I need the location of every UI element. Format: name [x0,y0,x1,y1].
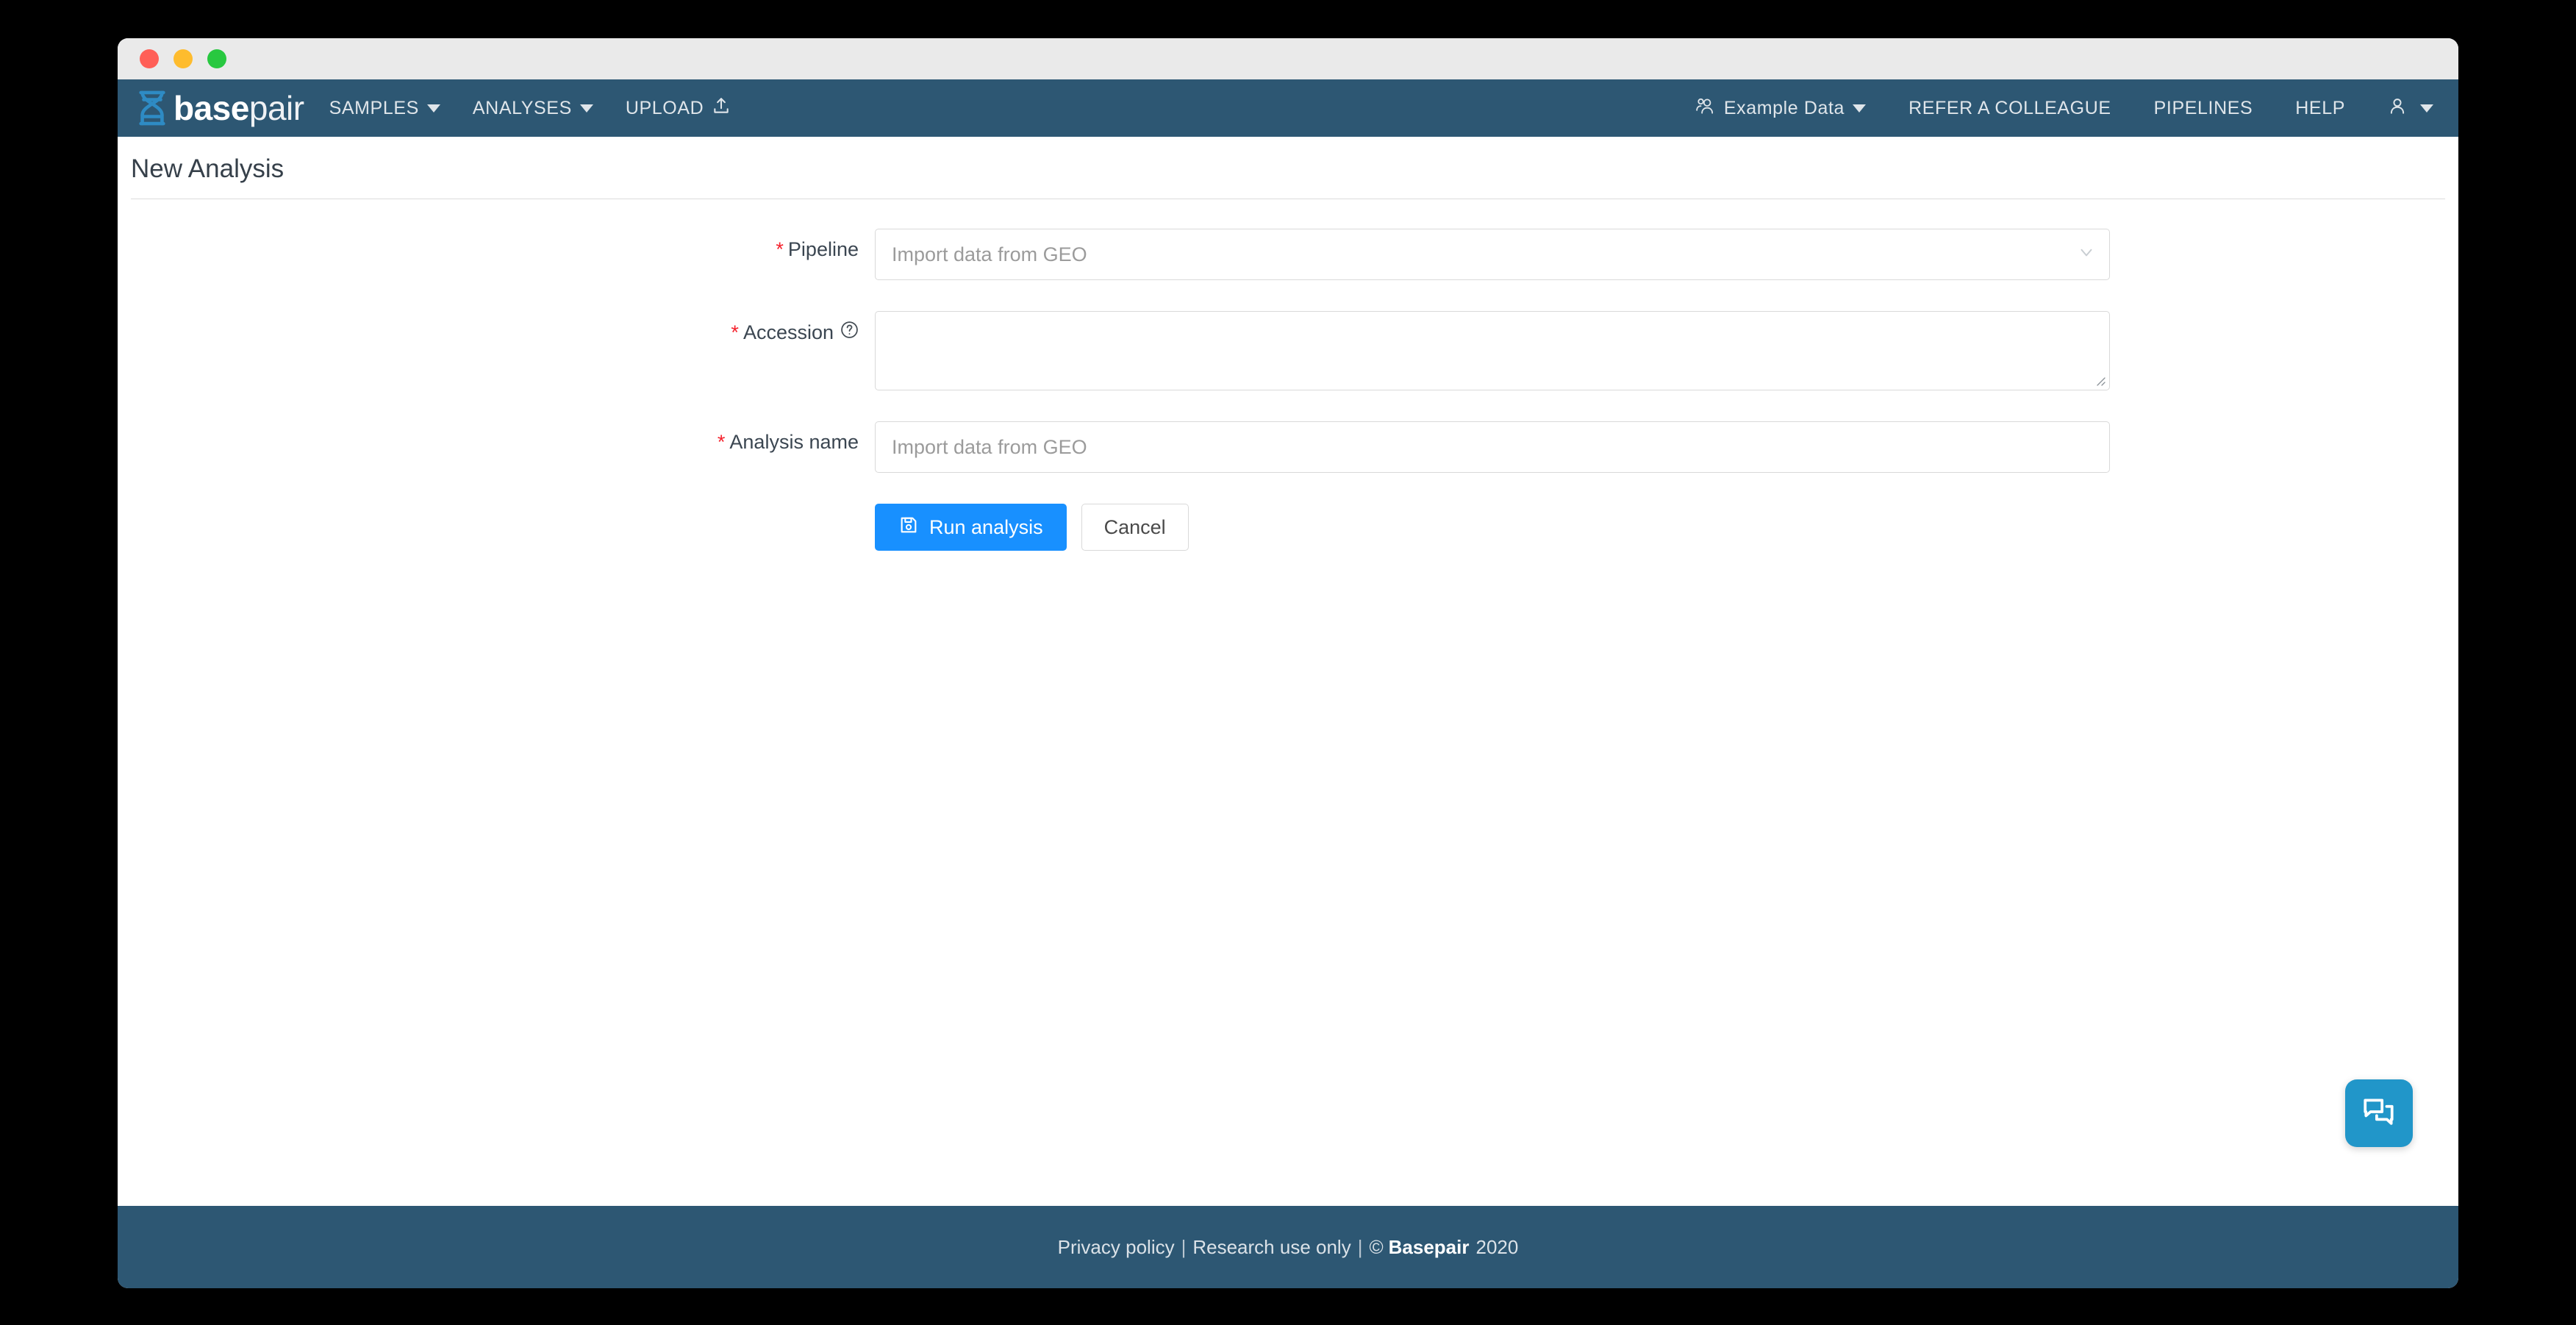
nav-item-upload[interactable]: UPLOAD [626,96,731,121]
privacy-policy-link[interactable]: Privacy policy [1058,1236,1175,1259]
page-title: New Analysis [131,154,285,183]
account-menu[interactable] [2388,96,2433,121]
nav-item-pipelines-label: PIPELINES [2153,97,2253,118]
pipeline-label-text: Pipeline [787,238,859,260]
nav-item-refer-label: REFER A COLLEAGUE [1908,97,2111,118]
run-analysis-label: Run analysis [929,515,1043,538]
research-use-text: Research use only [1192,1235,1351,1258]
cancel-button[interactable]: Cancel [1081,504,1189,551]
chat-widget-button[interactable] [2345,1079,2413,1147]
nav-item-example-data-label: Example Data [1723,97,1845,118]
window-minimize-button[interactable] [173,49,193,68]
secondary-nav: Example Data REFER A COLLEAGUE PIPELINES… [1695,96,2433,121]
nav-item-help[interactable]: HELP [2295,98,2345,119]
copyright-year: 2020 [1475,1235,1519,1258]
chevron-down-icon [579,104,593,113]
analysis-name-label: * Analysis name [118,421,875,454]
analysis-name-placeholder: Import data from GEO [892,435,1087,458]
pipeline-row: * Pipeline Import data from GEO [118,229,2458,280]
nav-item-help-label: HELP [2295,97,2345,118]
page-footer: Privacy policy | Research use only | © B… [118,1206,2458,1288]
new-analysis-form: * Pipeline Import data from GEO * Access… [118,199,2458,551]
nav-item-refer-a-colleague[interactable]: REFER A COLLEAGUE [1908,98,2111,119]
actions-spacer [118,504,875,513]
user-icon [2388,96,2407,121]
chevron-down-icon [2077,243,2096,267]
people-icon [1695,96,1716,121]
nav-item-samples[interactable]: SAMPLES [329,98,440,119]
pipeline-label: * Pipeline [118,229,875,261]
required-marker: * [731,321,739,343]
buttons-group: Run analysis Cancel [875,504,2110,551]
nav-item-upload-label: UPLOAD [625,97,704,118]
window-close-button[interactable] [140,49,159,68]
pipeline-select-value: Import data from GEO [892,243,1087,265]
brand-logo[interactable]: basepair [135,90,304,126]
copyright-symbol: © [1369,1235,1384,1258]
accession-field [875,311,2110,390]
chevron-down-icon [426,104,440,113]
analysis-name-input[interactable]: Import data from GEO [875,421,2110,473]
pipeline-select[interactable]: Import data from GEO [875,229,2110,280]
browser-window: basepair SAMPLES ANALYSES UPLOAD Example… [118,38,2458,1288]
footer-separator: | [1357,1235,1363,1258]
form-actions: Run analysis Cancel [875,504,2110,551]
nav-item-analyses[interactable]: ANALYSES [473,98,593,119]
nav-item-pipelines[interactable]: PIPELINES [2154,98,2253,119]
page-content: New Analysis * Pipeline Import data from… [118,137,2458,1206]
chat-bubbles-icon [2361,1093,2397,1134]
window-zoom-button[interactable] [207,49,226,68]
dna-helix-icon [135,90,169,126]
analysis-name-field: Import data from GEO [875,421,2110,473]
accession-label-text: Accession [743,321,834,343]
nav-item-example-data[interactable]: Example Data [1695,96,1867,121]
primary-nav: SAMPLES ANALYSES UPLOAD [329,96,731,121]
save-icon [898,515,919,540]
form-actions-row: Run analysis Cancel [118,504,2458,551]
brand-name-bold: base [173,89,249,127]
cancel-label: Cancel [1103,515,1166,538]
nav-item-samples-label: SAMPLES [329,97,419,118]
accession-textarea[interactable] [875,311,2110,390]
traffic-lights [140,49,226,68]
accession-label: * Accession [118,311,875,344]
accession-row: * Accession [118,311,2458,390]
analysis-name-label-text: Analysis name [729,431,859,453]
required-marker: * [776,238,784,260]
window-titlebar [118,38,2458,79]
question-circle-icon[interactable] [840,321,859,344]
company-name: Basepair [1388,1235,1470,1258]
chevron-down-icon [2420,104,2433,113]
upload-icon [712,96,731,121]
top-navbar: basepair SAMPLES ANALYSES UPLOAD Example… [118,79,2458,137]
footer-separator: | [1181,1235,1187,1258]
pipeline-field: Import data from GEO [875,229,2110,280]
textarea-resize-handle[interactable] [2092,373,2107,388]
brand-name-light: pair [248,89,304,127]
nav-item-analyses-label: ANALYSES [472,97,572,118]
analysis-name-row: * Analysis name Import data from GEO [118,421,2458,473]
chevron-down-icon [1853,104,1867,113]
required-marker: * [717,431,726,453]
run-analysis-button[interactable]: Run analysis [875,504,1067,551]
